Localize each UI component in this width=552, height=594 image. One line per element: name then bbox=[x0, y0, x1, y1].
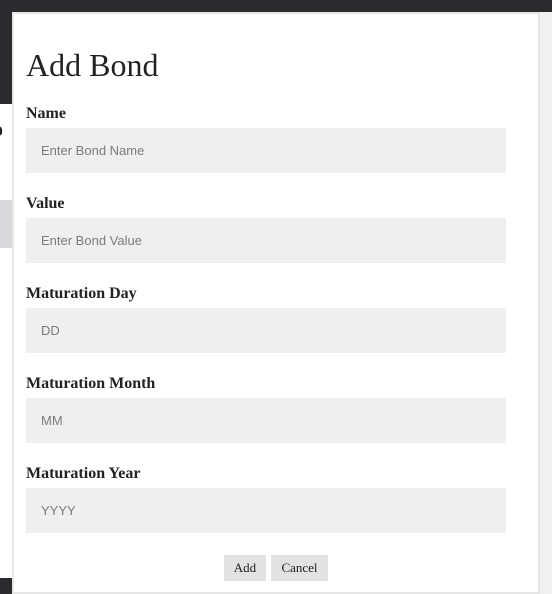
modal-scroll-track bbox=[540, 12, 552, 594]
modal-title: Add Bond bbox=[26, 47, 159, 83]
add-button[interactable]: Add bbox=[224, 555, 266, 581]
add-bond-modal: Add Bond Name Value Maturation Day Matur… bbox=[12, 12, 540, 594]
maturation-day-label: Maturation Day bbox=[26, 285, 137, 302]
bond-value-input[interactable] bbox=[26, 218, 506, 263]
cancel-button[interactable]: Cancel bbox=[271, 555, 328, 581]
value-label: Value bbox=[26, 195, 65, 212]
maturation-year-label: Maturation Year bbox=[26, 465, 141, 482]
name-label: Name bbox=[26, 105, 66, 122]
maturation-year-input[interactable] bbox=[26, 488, 506, 533]
bond-name-input[interactable] bbox=[26, 128, 506, 173]
maturation-month-label: Maturation Month bbox=[26, 375, 156, 392]
maturation-month-input[interactable] bbox=[26, 398, 506, 443]
maturation-day-input[interactable] bbox=[26, 308, 506, 353]
